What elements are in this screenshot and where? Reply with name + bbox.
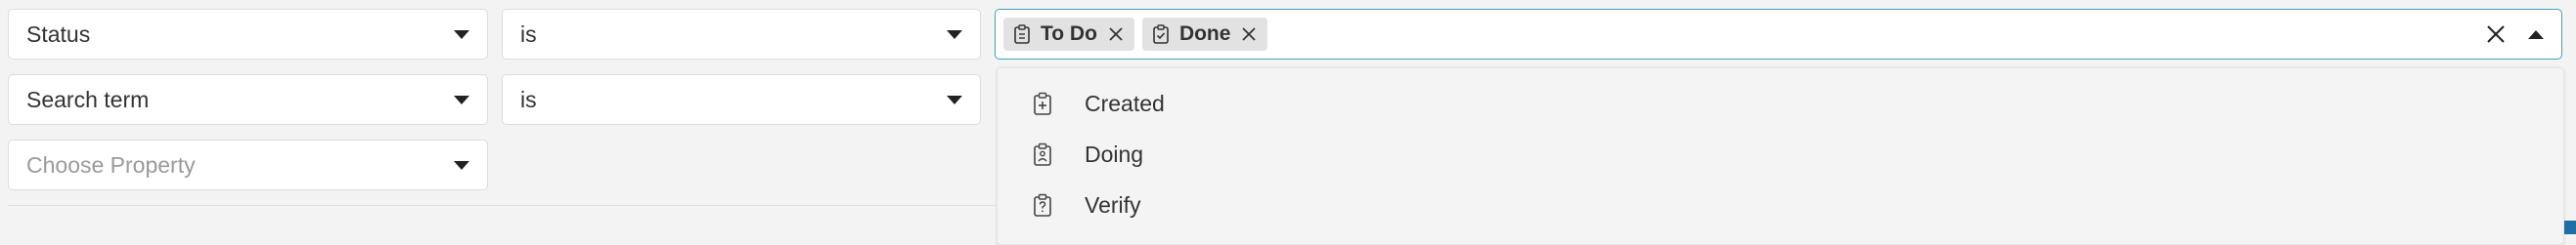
chip-label: To Do bbox=[1041, 22, 1097, 45]
status-values-multiselect[interactable]: To Do Done bbox=[995, 9, 2562, 60]
choose-property-placeholder: Choose Property bbox=[26, 151, 196, 178]
selected-chip-todo: To Do bbox=[1003, 18, 1134, 51]
status-property-select[interactable]: Status bbox=[8, 9, 488, 60]
option-doing[interactable]: Doing bbox=[998, 130, 2563, 179]
selected-chip-done: Done bbox=[1141, 18, 1268, 51]
clipboard-user-icon bbox=[1034, 143, 1051, 166]
caret-up-icon[interactable] bbox=[2528, 30, 2544, 39]
status-operator-value: is bbox=[520, 20, 537, 47]
clear-all-close-icon[interactable] bbox=[2485, 23, 2507, 45]
remove-chip-close-icon[interactable] bbox=[1107, 25, 1125, 43]
filter-divider bbox=[8, 205, 996, 206]
status-operator-select[interactable]: is bbox=[502, 9, 981, 60]
option-label: Doing bbox=[1085, 141, 1144, 167]
caret-down-icon bbox=[454, 96, 469, 104]
status-options-dropdown: Created Doing Verify bbox=[997, 67, 2564, 245]
chip-label: Done bbox=[1178, 22, 1231, 45]
edge-accent bbox=[2564, 221, 2576, 234]
search-term-property-select[interactable]: Search term bbox=[8, 74, 488, 125]
clipboard-plus-icon bbox=[1034, 92, 1051, 115]
status-property-value: Status bbox=[26, 20, 91, 47]
caret-down-icon bbox=[947, 30, 962, 39]
option-verify[interactable]: Verify bbox=[998, 181, 2563, 229]
option-label: Created bbox=[1085, 90, 1165, 116]
caret-down-icon bbox=[454, 161, 469, 170]
option-label: Verify bbox=[1085, 191, 1141, 218]
caret-down-icon bbox=[947, 96, 962, 104]
caret-down-icon bbox=[454, 30, 469, 39]
choose-property-select[interactable]: Choose Property bbox=[8, 140, 488, 190]
search-term-operator-select[interactable]: is bbox=[502, 74, 981, 125]
clipboard-icon bbox=[1014, 24, 1030, 44]
clipboard-question-icon bbox=[1034, 193, 1051, 217]
remove-chip-close-icon[interactable] bbox=[1240, 25, 1258, 43]
search-term-operator-value: is bbox=[520, 86, 537, 112]
search-term-property-value: Search term bbox=[26, 86, 150, 112]
option-created[interactable]: Created bbox=[998, 79, 2563, 128]
clipboard-icon bbox=[1153, 24, 1169, 44]
